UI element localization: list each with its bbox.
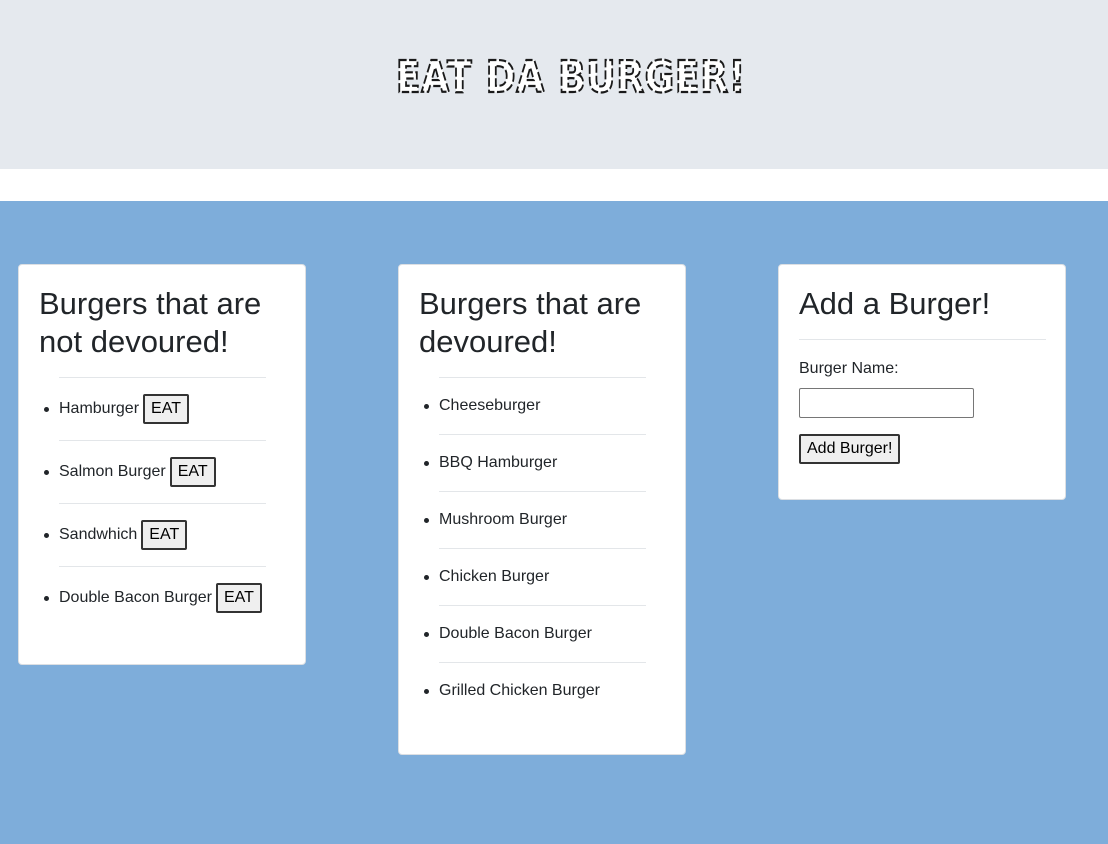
not-devoured-heading: Burgers that are not devoured!	[39, 286, 262, 359]
devoured-list: Cheeseburger BBQ Hamburger Mushroom Burg…	[424, 377, 646, 719]
divider	[799, 339, 1046, 340]
not-devoured-list: Hamburger EAT Salmon Burger EAT Sandwhic…	[44, 377, 266, 629]
burger-name: Chicken Burger	[439, 568, 550, 585]
main-area: Burgers that are not devoured! Hamburger…	[0, 201, 1108, 844]
list-item: Double Bacon Burger EAT	[44, 566, 266, 629]
list-item: Hamburger EAT	[44, 377, 266, 440]
header-banner: EAT DA BURGER!	[0, 0, 1108, 169]
list-item: Mushroom Burger	[424, 491, 646, 548]
add-burger-card: Add a Burger! Burger Name: Add Burger!	[778, 264, 1066, 500]
burger-name: Salmon Burger	[59, 463, 166, 480]
eat-button[interactable]: EAT	[141, 520, 188, 550]
burger-name: Sandwhich	[59, 526, 138, 543]
burger-name: Double Bacon Burger	[59, 589, 212, 606]
page-title: EAT DA BURGER!	[395, 51, 746, 104]
burger-name: Cheeseburger	[439, 397, 541, 414]
add-burger-heading: Add a Burger!	[799, 286, 991, 321]
eat-button[interactable]: EAT	[169, 457, 216, 487]
add-burger-button[interactable]: Add Burger!	[799, 434, 901, 464]
devoured-card: Burgers that are devoured! Cheeseburger …	[398, 264, 686, 755]
burger-name: Hamburger	[59, 400, 140, 417]
eat-button[interactable]: EAT	[215, 583, 262, 613]
burger-name: Grilled Chicken Burger	[439, 682, 600, 699]
list-item: Cheeseburger	[424, 377, 646, 434]
list-item: Sandwhich EAT	[44, 503, 266, 566]
eat-button[interactable]: EAT	[143, 394, 189, 424]
list-item: Grilled Chicken Burger	[424, 662, 646, 719]
burger-name-input[interactable]	[799, 388, 974, 418]
devoured-heading: Burgers that are devoured!	[419, 286, 642, 359]
list-item: Chicken Burger	[424, 548, 646, 605]
not-devoured-card: Burgers that are not devoured! Hamburger…	[18, 264, 306, 665]
burger-name: Double Bacon Burger	[439, 625, 592, 642]
burger-name: Mushroom Burger	[439, 511, 568, 528]
burger-name: BBQ Hamburger	[439, 454, 558, 471]
list-item: Salmon Burger EAT	[44, 440, 266, 503]
burger-name-label: Burger Name:	[799, 360, 899, 377]
list-item: BBQ Hamburger	[424, 434, 646, 491]
list-item: Double Bacon Burger	[424, 605, 646, 662]
page-title-text: EAT DA BURGER!	[396, 52, 746, 103]
